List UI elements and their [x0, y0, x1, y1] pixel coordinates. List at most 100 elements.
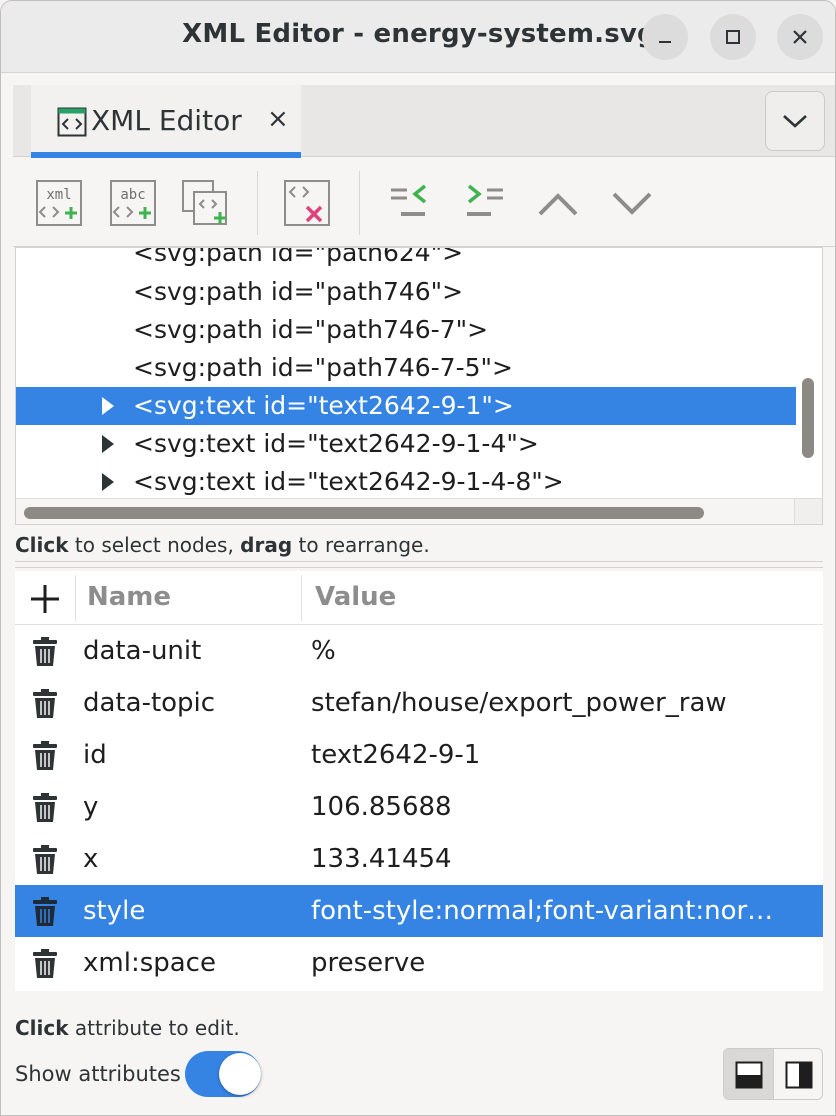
trash-icon[interactable] [31, 897, 59, 927]
indent-node-button[interactable] [457, 177, 511, 231]
tree-node-label: <svg:text id="text2642-9-1-4"> [133, 429, 539, 458]
tab-menu-button[interactable] [765, 91, 825, 151]
tree-node[interactable]: <svg:path id="path746"> [16, 273, 796, 311]
attribute-name: x [83, 844, 99, 874]
dock-tab-bar: XML Editor × [13, 85, 835, 158]
xml-editor-window: XML Editor - energy-system.svg XML Edito… [0, 0, 836, 1116]
expand-arrow-icon[interactable] [102, 473, 114, 491]
attribute-name: style [83, 896, 146, 926]
attribute-row[interactable]: xml:space preserve [15, 937, 823, 989]
node-tree[interactable]: <svg:path id="path624"> <svg:path id="pa… [15, 247, 823, 525]
attribute-name: y [83, 792, 99, 822]
attribute-row[interactable]: data-topic stefan/house/export_power_raw [15, 677, 823, 729]
scroll-corner [794, 499, 822, 524]
active-tab-indicator [31, 152, 301, 158]
duplicate-node-icon [182, 180, 227, 225]
expand-arrow-icon[interactable] [102, 435, 114, 453]
trash-icon[interactable] [31, 689, 59, 719]
tree-hint: Click to select nodes, drag to rearrange… [15, 533, 430, 557]
minimize-button[interactable] [642, 14, 688, 60]
tree-node-label: <svg:path id="path746"> [133, 277, 464, 306]
attribute-value[interactable]: 133.41454 [311, 833, 801, 885]
expand-arrow-icon[interactable] [102, 397, 114, 415]
tab-close-button[interactable]: × [267, 104, 289, 134]
horizontal-layout-button[interactable] [724, 1049, 774, 1099]
column-header-name[interactable]: Name [87, 582, 171, 612]
chevron-up-icon [538, 193, 578, 216]
trash-icon[interactable] [31, 845, 59, 875]
trash-icon[interactable] [31, 741, 59, 771]
toggle-knob [219, 1053, 261, 1095]
tab-label: XML Editor [91, 104, 242, 137]
unindent-node-icon [391, 184, 427, 216]
attribute-value[interactable]: font-style:normal;font-variant:nor… [311, 885, 801, 937]
layout-horizontal-icon [735, 1061, 762, 1089]
trash-icon[interactable] [31, 949, 59, 979]
attribute-row[interactable]: y 106.85688 [15, 781, 823, 833]
trash-icon[interactable] [31, 637, 59, 667]
attribute-name: data-unit [83, 636, 202, 666]
attribute-hint: Click attribute to edit. [15, 1016, 240, 1040]
tree-node[interactable]: <svg:text id="text2642-9-1-4-8"> [16, 463, 796, 501]
svg-text:xml: xml [46, 187, 71, 203]
delete-node-button[interactable] [281, 177, 335, 231]
vertical-layout-button[interactable] [774, 1049, 822, 1099]
attributes-header: Name Value [15, 571, 823, 625]
toolbar-separator [257, 171, 258, 235]
show-attributes-label: Show attributes [15, 1062, 181, 1086]
svg-text:abc: abc [120, 187, 145, 203]
minimize-icon [659, 41, 671, 43]
tree-node[interactable]: <svg:text id="text2642-9-1-4"> [16, 425, 796, 463]
tree-node-label: <svg:path id="path624"> [133, 247, 464, 267]
column-header-value[interactable]: Value [315, 582, 396, 612]
layout-switcher [723, 1048, 823, 1100]
unindent-node-button[interactable] [383, 177, 437, 231]
delete-node-icon [284, 180, 330, 226]
trash-icon[interactable] [31, 793, 59, 823]
new-element-node-button[interactable]: xml [33, 177, 87, 231]
duplicate-node-button[interactable] [179, 177, 233, 231]
xml-toolbar: xml abc [13, 159, 835, 247]
attribute-value[interactable]: % [311, 625, 801, 677]
attribute-row[interactable]: data-unit % [15, 625, 823, 677]
tree-node-label: <svg:text id="text2642-9-1"> [133, 391, 514, 420]
attribute-row[interactable]: x 133.41454 [15, 833, 823, 885]
xml-editor-icon [57, 107, 87, 137]
chevron-down-icon [612, 192, 652, 215]
new-text-node-button[interactable]: abc [107, 177, 161, 231]
attribute-value[interactable]: text2642-9-1 [311, 729, 801, 781]
lower-node-button[interactable] [605, 177, 659, 231]
tree-node[interactable]: <svg:path id="path746-7-5"> [16, 349, 796, 387]
show-attributes-toggle[interactable] [185, 1051, 261, 1097]
header-separator [75, 575, 76, 621]
horizontal-scrollbar-track [16, 498, 822, 524]
vertical-scrollbar[interactable] [802, 378, 814, 458]
add-attribute-button[interactable] [27, 581, 63, 617]
pane-divider[interactable] [15, 561, 823, 562]
attribute-row-selected[interactable]: style font-style:normal;font-variant:nor… [15, 885, 823, 937]
pane-divider [15, 567, 823, 568]
header-separator [301, 575, 302, 621]
close-icon [793, 30, 807, 44]
close-window-button[interactable] [777, 14, 823, 60]
horizontal-scrollbar[interactable] [24, 507, 704, 519]
attribute-name: xml:space [83, 948, 216, 978]
attributes-panel: Name Value data-unit % data-topic stefan… [15, 571, 823, 991]
new-text-node-icon: abc [110, 180, 156, 226]
layout-vertical-icon [785, 1061, 813, 1089]
attribute-value[interactable]: stefan/house/export_power_raw [311, 677, 801, 729]
attribute-value[interactable]: 106.85688 [311, 781, 801, 833]
maximize-icon [726, 30, 740, 44]
tree-node[interactable]: <svg:path id="path746-7"> [16, 311, 796, 349]
tree-node-label: <svg:text id="text2642-9-1-4-8"> [133, 467, 564, 496]
attribute-row[interactable]: id text2642-9-1 [15, 729, 823, 781]
attribute-value[interactable]: preserve [311, 937, 801, 989]
tree-node-label: <svg:path id="path746-7-5"> [133, 353, 513, 382]
tree-node[interactable]: <svg:path id="path624"> [16, 247, 796, 272]
tab-xml-editor[interactable]: XML Editor × [31, 85, 301, 158]
maximize-button[interactable] [710, 14, 756, 60]
attribute-name: data-topic [83, 688, 216, 718]
raise-node-button[interactable] [531, 177, 585, 231]
tree-node-selected[interactable]: <svg:text id="text2642-9-1"> [16, 387, 796, 425]
attribute-name: id [83, 740, 107, 770]
